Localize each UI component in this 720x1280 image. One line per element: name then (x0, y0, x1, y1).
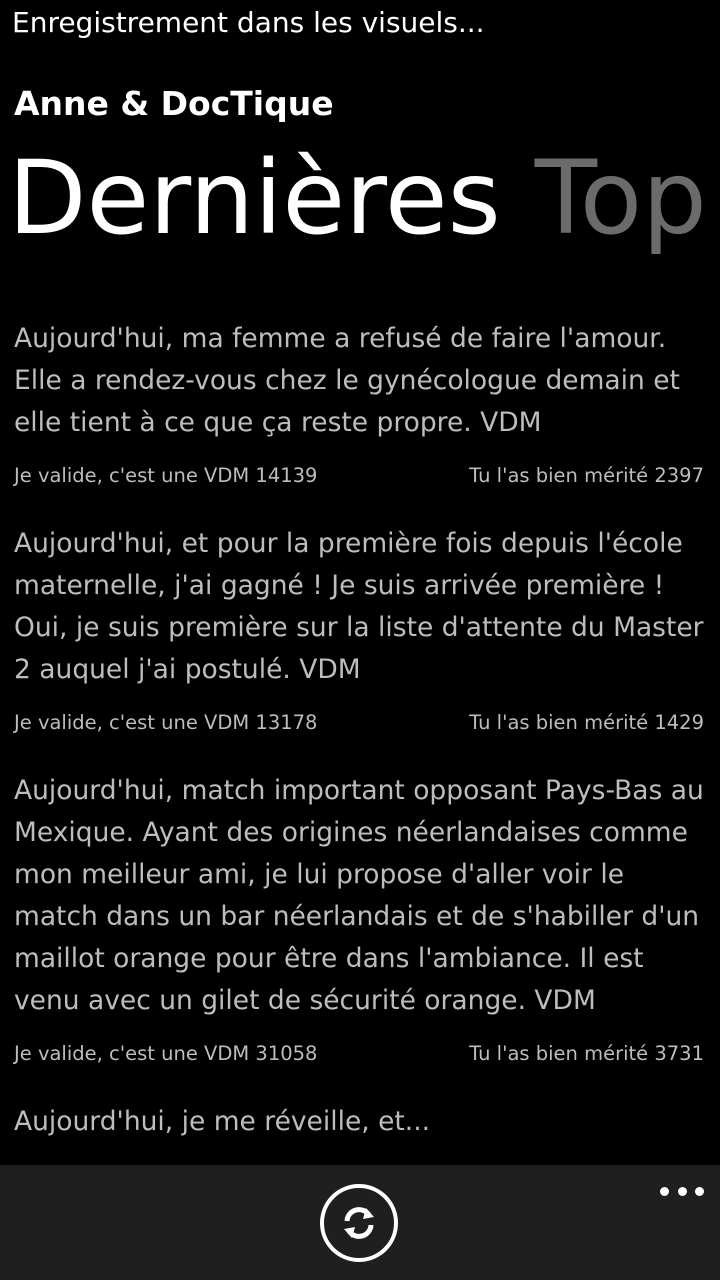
pivot-item-top[interactable]: Top (535, 138, 707, 260)
more-button[interactable] (660, 1181, 704, 1201)
validate-button[interactable]: Je valide, c'est une VDM 31058 (14, 1042, 317, 1065)
post-text: Aujourd'hui, et pour la première fois de… (14, 528, 704, 685)
post-text: Aujourd'hui, match important opposant Pa… (14, 775, 704, 1016)
post-text: Aujourd'hui, je me réveille, et... (14, 1106, 431, 1137)
post-item[interactable]: Aujourd'hui, et pour la première fois de… (0, 523, 720, 734)
refresh-button[interactable] (320, 1184, 398, 1262)
more-icon (695, 1186, 704, 1196)
app-title: Anne & DocTique (14, 84, 334, 123)
more-icon (677, 1186, 687, 1196)
post-item[interactable]: Aujourd'hui, match important opposant Pa… (0, 770, 720, 1065)
post-item[interactable]: Aujourd'hui, je me réveille, et... (0, 1101, 720, 1163)
validate-button[interactable]: Je valide, c'est une VDM 13178 (14, 711, 317, 734)
validate-button[interactable]: Je valide, c'est une VDM 14139 (14, 464, 317, 487)
deserved-button[interactable]: Tu l'as bien mérité 1429 (469, 711, 704, 734)
deserved-button[interactable]: Tu l'as bien mérité 3731 (469, 1042, 704, 1065)
refresh-icon (344, 1207, 374, 1239)
post-text: Aujourd'hui, ma femme a refusé de faire … (14, 323, 680, 438)
app-bar (0, 1165, 720, 1280)
status-text: Enregistrement dans les visuels... (12, 6, 485, 39)
post-feed[interactable]: Aujourd'hui, ma femme a refusé de faire … (0, 318, 720, 1166)
pivot-header: Dernières Top (8, 138, 720, 260)
more-icon (660, 1186, 669, 1196)
post-item[interactable]: Aujourd'hui, ma femme a refusé de faire … (0, 318, 720, 487)
pivot-item-dernieres[interactable]: Dernières (8, 138, 501, 260)
deserved-button[interactable]: Tu l'as bien mérité 2397 (469, 464, 704, 487)
